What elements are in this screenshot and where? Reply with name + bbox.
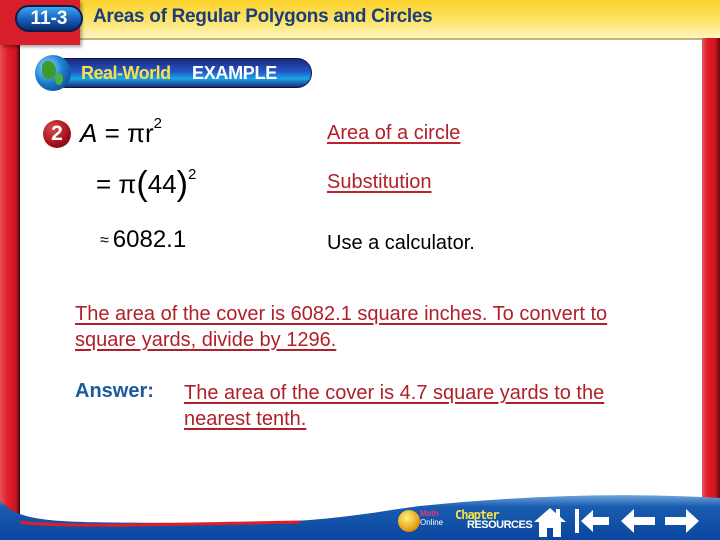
eq-inner: 44 — [147, 169, 177, 199]
note-substitution[interactable]: Substitution — [327, 171, 432, 194]
arrow-right-icon — [665, 509, 699, 533]
eq-lhs: A — [80, 118, 98, 148]
eq-relation: ≈ — [100, 232, 109, 249]
home-icon — [534, 508, 566, 537]
eq-exponent: 2 — [187, 166, 197, 184]
home-button[interactable] — [532, 506, 568, 537]
chapter-resources-button[interactable]: Chapter RESOURCES — [455, 508, 533, 538]
eq-relation: = — [104, 118, 120, 148]
open-paren: ( — [136, 165, 148, 203]
lesson-title: Areas of Regular Polygons and Circles — [93, 6, 433, 27]
arrow-left-icon — [621, 509, 655, 533]
left-frame-bar — [0, 0, 20, 525]
eq-relation: = — [96, 169, 112, 199]
note-use-calculator: Use a calculator. — [327, 232, 475, 254]
note-area-of-circle[interactable]: Area of a circle — [327, 122, 460, 145]
next-button[interactable] — [664, 506, 700, 536]
first-slide-icon — [575, 509, 609, 533]
lesson-number-badge: 11-3 — [15, 5, 83, 32]
answer-text[interactable]: The area of the cover is 4.7 square yard… — [184, 380, 664, 432]
equation-substitution: = π(44)2 — [96, 163, 197, 203]
math-online-globe-icon — [398, 510, 420, 532]
conversion-paragraph[interactable]: The area of the cover is 6082.1 square i… — [75, 301, 635, 353]
previous-button[interactable] — [620, 506, 656, 536]
real-world-example-banner: Real-World EXAMPLE — [50, 58, 312, 88]
step-number-badge: 2 — [43, 120, 71, 148]
eq-prefix: π — [118, 169, 137, 199]
close-paren: ) — [176, 165, 188, 203]
bottom-navigation-bar — [0, 470, 720, 540]
answer-label: Answer: — [75, 380, 154, 402]
eq-value: 6082.1 — [112, 226, 187, 253]
banner-label: EXAMPLE — [192, 63, 277, 83]
math-online-button[interactable]: Math Online — [398, 508, 444, 538]
chapter-resources-line2: RESOURCES — [467, 519, 533, 531]
first-slide-button[interactable] — [574, 506, 610, 536]
math-online-line1: Math — [420, 509, 439, 518]
right-frame-bar — [702, 38, 720, 498]
equation-area-formula: A = πr2 — [80, 115, 162, 149]
eq-expression: πr — [127, 118, 154, 148]
globe-icon — [35, 55, 71, 91]
equation-result: ≈6082.1 — [100, 226, 186, 254]
eq-exponent: 2 — [153, 115, 162, 133]
banner-highlight: Real-World — [81, 63, 171, 83]
math-online-line2: Online — [420, 518, 444, 527]
